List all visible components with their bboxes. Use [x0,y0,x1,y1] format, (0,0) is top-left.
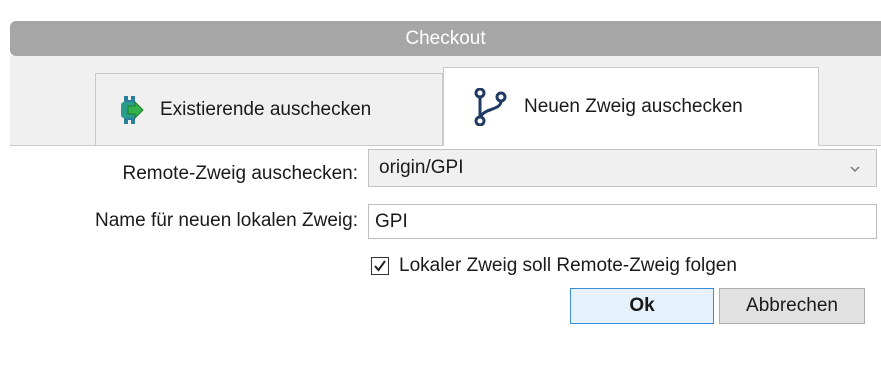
dialog-title: Checkout [405,27,486,49]
chevron-down-icon [848,160,862,174]
remote-branch-dropdown[interactable]: origin/GPI [368,149,877,187]
cancel-button[interactable]: Abbrechen [719,288,865,324]
ok-button[interactable]: Ok [570,288,714,324]
checkmark-icon [374,260,386,272]
dialog-title-bar: Checkout [10,21,881,56]
remote-branch-label: Remote-Zweig auschecken: [122,163,359,184]
track-remote-option[interactable]: Lokaler Zweig soll Remote-Zweig folgen [371,255,737,277]
remote-branch-value: origin/GPI [379,157,464,178]
tab-new-branch[interactable]: Neuen Zweig auschecken [443,67,819,146]
local-branch-name-value: GPI [375,210,408,232]
checkout-arrow-icon [118,94,144,126]
track-remote-checkbox[interactable] [371,257,389,275]
local-branch-name-input[interactable]: GPI [368,204,877,239]
local-branch-name-label: Name für neuen lokalen Zweig: [95,210,358,231]
track-remote-label: Lokaler Zweig soll Remote-Zweig folgen [399,255,737,276]
tab-new-label: Neuen Zweig auschecken [524,96,743,117]
branch-icon [474,88,508,126]
tab-existing-label: Existierende auschecken [160,98,372,120]
tab-existing-checkout[interactable]: Existierende auschecken [95,73,443,145]
